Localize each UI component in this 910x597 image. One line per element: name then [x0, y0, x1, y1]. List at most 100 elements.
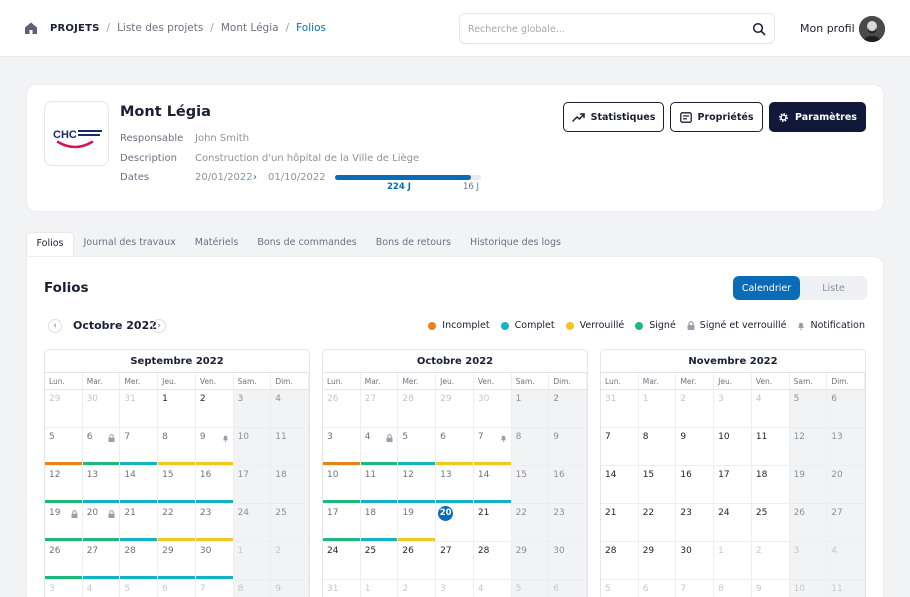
breadcrumb-liste-projets[interactable]: Liste des projets — [117, 22, 203, 34]
calendar-day[interactable]: 11 — [751, 428, 790, 466]
calendar-day[interactable]: 12 — [398, 466, 437, 504]
calendar-day[interactable]: 22 — [511, 504, 550, 542]
calendar-day[interactable]: 25 — [360, 542, 399, 580]
calendar-day[interactable]: 20 — [827, 466, 865, 504]
calendar-day[interactable]: 15 — [638, 466, 677, 504]
calendar-day[interactable]: 25 — [751, 504, 790, 542]
calendar-day[interactable]: 21 — [120, 504, 159, 542]
calendar-day[interactable]: 11 — [271, 428, 309, 466]
properties-button[interactable]: Propriétés — [670, 102, 763, 132]
calendar-day[interactable]: 30 — [195, 542, 234, 580]
list-view-button[interactable]: Liste — [800, 276, 867, 300]
search-icon[interactable] — [752, 22, 766, 36]
calendar-day[interactable]: 13 — [827, 428, 865, 466]
calendar-day[interactable]: 18 — [751, 466, 790, 504]
settings-button[interactable]: Paramètres — [769, 102, 866, 132]
calendar-day[interactable]: 8 — [638, 428, 677, 466]
tab-bons-commandes[interactable]: Bons de commandes — [248, 232, 366, 256]
statistics-button[interactable]: Statistiques — [563, 102, 664, 132]
avatar[interactable] — [859, 16, 885, 42]
profile-link[interactable]: Mon profil — [800, 22, 855, 35]
calendar-day[interactable]: 25 — [271, 504, 309, 542]
calendar-day[interactable]: 27 — [82, 542, 121, 580]
calendar-day[interactable]: 11 — [360, 466, 399, 504]
calendar-day[interactable]: 6 — [827, 390, 865, 428]
chevron-right-icon[interactable]: › — [152, 319, 166, 333]
home-icon[interactable] — [24, 21, 38, 35]
calendar-day[interactable]: 3 — [233, 390, 272, 428]
calendar-day[interactable]: 27 — [827, 504, 865, 542]
calendar-day[interactable]: 7 — [473, 428, 512, 466]
calendar-day[interactable]: 5 — [45, 428, 83, 466]
calendar-day[interactable]: 21 — [601, 504, 639, 542]
calendar-day[interactable]: 29 — [158, 542, 196, 580]
calendar-day[interactable]: 13 — [436, 466, 474, 504]
calendar-day[interactable]: 23 — [549, 504, 587, 542]
calendar-day[interactable]: 15 — [158, 466, 196, 504]
calendar-day[interactable]: 6 — [82, 428, 121, 466]
calendar-day[interactable]: 1 — [158, 390, 196, 428]
breadcrumb-mont-legia[interactable]: Mont Légia — [221, 22, 279, 34]
calendar-day[interactable]: 9 — [195, 428, 234, 466]
calendar-day[interactable]: 30 — [676, 542, 715, 580]
calendar-day[interactable]: 4 — [271, 390, 309, 428]
calendar-day[interactable]: 19 — [789, 466, 828, 504]
calendar-day[interactable]: 28 — [120, 542, 159, 580]
calendar-day[interactable]: 14 — [601, 466, 639, 504]
calendar-day[interactable]: 14 — [120, 466, 159, 504]
calendar-day[interactable]: 16 — [549, 466, 587, 504]
calendar-day[interactable]: 17 — [323, 504, 361, 542]
calendar-day[interactable]: 18 — [271, 466, 309, 504]
calendar-day[interactable]: 6 — [436, 428, 474, 466]
calendar-day[interactable]: 12 — [789, 428, 828, 466]
calendar-day[interactable]: 17 — [233, 466, 272, 504]
calendar-day[interactable]: 19 — [398, 504, 437, 542]
calendar-day[interactable]: 28 — [473, 542, 512, 580]
calendar-day[interactable]: 24 — [323, 542, 361, 580]
calendar-day[interactable]: 24 — [233, 504, 272, 542]
calendar-day[interactable]: 23 — [676, 504, 715, 542]
calendar-day[interactable]: 20 — [436, 504, 474, 542]
calendar-day[interactable]: 17 — [714, 466, 752, 504]
calendar-day[interactable]: 26 — [45, 542, 83, 580]
search-input[interactable] — [468, 20, 738, 38]
calendar-day[interactable]: 22 — [158, 504, 196, 542]
calendar-day[interactable]: 9 — [676, 428, 715, 466]
tab-materiels[interactable]: Matériels — [185, 232, 248, 256]
tab-journal[interactable]: Journal des travaux — [74, 232, 185, 256]
calendar-day[interactable]: 10 — [323, 466, 361, 504]
tab-folios[interactable]: Folios — [26, 232, 74, 256]
calendar-day[interactable]: 29 — [511, 542, 550, 580]
calendar-day[interactable]: 30 — [549, 542, 587, 580]
calendar-day[interactable]: 12 — [45, 466, 83, 504]
calendar-day[interactable]: 8 — [511, 428, 550, 466]
calendar-day[interactable]: 2 — [195, 390, 234, 428]
tab-bons-retours[interactable]: Bons de retours — [366, 232, 460, 256]
calendar-day[interactable]: 26 — [789, 504, 828, 542]
calendar-day[interactable]: 21 — [473, 504, 512, 542]
calendar-day[interactable]: 3 — [323, 428, 361, 466]
calendar-day[interactable]: 28 — [601, 542, 639, 580]
calendar-day[interactable]: 16 — [676, 466, 715, 504]
calendar-day[interactable]: 18 — [360, 504, 399, 542]
calendar-day[interactable]: 15 — [511, 466, 550, 504]
calendar-day[interactable]: 24 — [714, 504, 752, 542]
calendar-view-button[interactable]: Calendrier — [733, 276, 800, 300]
calendar-day[interactable]: 20 — [82, 504, 121, 542]
tab-historique[interactable]: Historique des logs — [460, 232, 570, 256]
breadcrumb-projets[interactable]: PROJETS — [50, 23, 100, 34]
calendar-day[interactable]: 10 — [233, 428, 272, 466]
calendar-day[interactable]: 29 — [638, 542, 677, 580]
calendar-day[interactable]: 23 — [195, 504, 234, 542]
calendar-day[interactable]: 16 — [195, 466, 234, 504]
calendar-day[interactable]: 9 — [549, 428, 587, 466]
calendar-day[interactable]: 4 — [360, 428, 399, 466]
calendar-day[interactable]: 5 — [789, 390, 828, 428]
calendar-day[interactable]: 27 — [436, 542, 474, 580]
calendar-day[interactable]: 10 — [714, 428, 752, 466]
calendar-day[interactable]: 19 — [45, 504, 83, 542]
calendar-day[interactable]: 22 — [638, 504, 677, 542]
chevron-left-icon[interactable]: ‹ — [48, 319, 62, 333]
calendar-day[interactable]: 2 — [549, 390, 587, 428]
calendar-day[interactable]: 1 — [511, 390, 550, 428]
